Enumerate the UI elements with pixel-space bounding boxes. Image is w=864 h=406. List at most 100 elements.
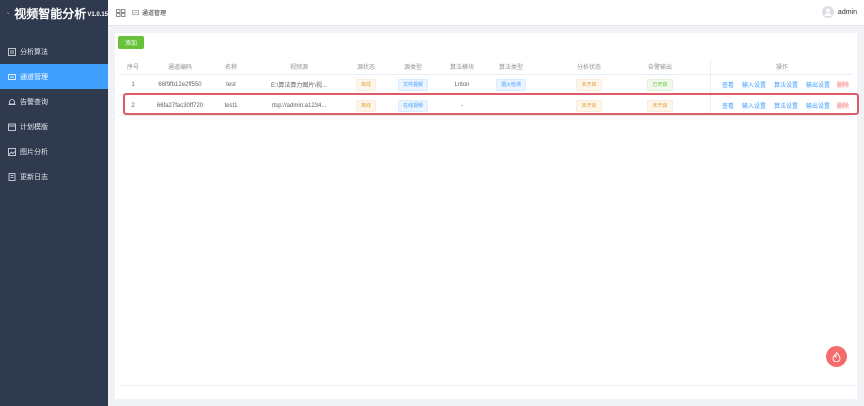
cell-index: 1 bbox=[131, 81, 135, 88]
sidebar-item-label: 更新日志 bbox=[20, 173, 48, 181]
cell-source-status: 离线 bbox=[346, 96, 386, 115]
brand-title: 视频智能分析 bbox=[14, 6, 87, 21]
main-content: 添加 序号 通道编码 名称 视频源 源状态 源类型 算法模块 算法类型 分析状态… bbox=[115, 33, 857, 399]
col-header-code: 通道编码 bbox=[167, 65, 192, 71]
output-settings-label[interactable]: 输出设置 bbox=[806, 80, 830, 89]
cell-index: 2 bbox=[131, 102, 135, 109]
plan-icon bbox=[8, 123, 16, 131]
col-header-source: 视频源 bbox=[289, 65, 308, 71]
col-header-alarm-output: 告警输出 bbox=[647, 65, 672, 71]
sidebar-item-label: 告警查询 bbox=[20, 98, 48, 106]
delete-link-label[interactable]: 删除 bbox=[837, 80, 849, 89]
cell-source-type: 文件视频 bbox=[391, 75, 435, 94]
add-button[interactable]: 添加 bbox=[118, 36, 144, 49]
cell-algo-module: Lnton bbox=[454, 81, 470, 88]
type-badge: 文件视频 bbox=[397, 78, 428, 91]
footer-divider bbox=[120, 385, 856, 386]
channel-icon bbox=[132, 9, 139, 16]
user-menu[interactable]: admin bbox=[821, 6, 857, 18]
sidebar-item-label: 计划模版 bbox=[20, 123, 48, 131]
log-icon bbox=[8, 172, 16, 181]
view-link[interactable]: 查看 bbox=[720, 96, 736, 115]
cell-name: test1 bbox=[224, 102, 238, 109]
alarm-icon bbox=[8, 98, 16, 105]
cell-algo-module: - bbox=[461, 102, 463, 109]
algo-settings-label[interactable]: 算法设置 bbox=[774, 80, 798, 89]
table-row: 2 66fa27fac30ff720 test1 rtsp://admin:a1… bbox=[118, 96, 853, 116]
brand-version: V1.0.15 bbox=[87, 11, 108, 18]
output-settings-label[interactable]: 输出设置 bbox=[806, 101, 830, 110]
type-badge: 在线视频 bbox=[397, 99, 428, 112]
status-badge: 未开启 bbox=[576, 99, 602, 112]
col-header-name: 名称 bbox=[224, 65, 237, 71]
view-link-label[interactable]: 查看 bbox=[722, 101, 734, 110]
view-link[interactable]: 查看 bbox=[720, 75, 736, 94]
sidebar-item-label: 分析算法 bbox=[20, 48, 48, 56]
table-header: 序号 通道编码 名称 视频源 源状态 源类型 算法模块 算法类型 分析状态 告警… bbox=[118, 59, 853, 75]
sidebar-item-alarm[interactable]: 告警查询 bbox=[0, 89, 108, 114]
view-link-label[interactable]: 查看 bbox=[722, 80, 734, 89]
user-avatar-icon bbox=[821, 6, 834, 18]
cell-alarm-output: 未开启 bbox=[637, 96, 683, 115]
username: admin bbox=[837, 8, 857, 16]
cell-source: rtsp://admin:a1234... bbox=[271, 102, 327, 109]
cell-algo-type: 烟火检测 bbox=[490, 75, 532, 94]
pulse-icon bbox=[7, 11, 10, 15]
channel-icon bbox=[8, 73, 16, 80]
actions-column-divider bbox=[710, 59, 711, 116]
input-settings-link[interactable]: 输入设置 bbox=[740, 96, 768, 115]
algorithm-icon bbox=[8, 47, 16, 56]
status-badge: 离线 bbox=[355, 99, 376, 112]
status-badge: 已开启 bbox=[647, 78, 673, 91]
breadcrumb: 通道管理 bbox=[142, 11, 167, 17]
status-badge: 未开启 bbox=[647, 99, 673, 112]
flame-icon bbox=[832, 351, 841, 362]
sidebar-item-label: 图片分析 bbox=[20, 148, 48, 156]
sidebar-item-algorithm[interactable]: 分析算法 bbox=[0, 39, 108, 64]
algo-settings-link[interactable]: 算法设置 bbox=[772, 75, 800, 94]
input-settings-label[interactable]: 输入设置 bbox=[742, 101, 766, 110]
sidebar: 视频智能分析 V1.0.15 分析算法 通道管理 告警查询 计划模版 图片分析 … bbox=[0, 0, 108, 406]
delete-link[interactable]: 删除 bbox=[835, 75, 851, 94]
input-settings-link[interactable]: 输入设置 bbox=[740, 75, 768, 94]
col-header-source-status: 源状态 bbox=[356, 65, 375, 71]
sidebar-item-channel[interactable]: 通道管理 bbox=[0, 64, 108, 89]
algo-settings-label[interactable]: 算法设置 bbox=[774, 101, 798, 110]
col-header-actions: 操作 bbox=[775, 65, 788, 71]
sidebar-item-label: 通道管理 bbox=[20, 73, 48, 81]
delete-link[interactable]: 删除 bbox=[835, 96, 851, 115]
brand: 视频智能分析 V1.0.15 bbox=[0, 0, 108, 26]
algo-badge: 烟火检测 bbox=[495, 78, 526, 91]
cell-source-type: 在线视频 bbox=[391, 96, 435, 115]
output-settings-link[interactable]: 输出设置 bbox=[804, 75, 832, 94]
cell-algo-type bbox=[490, 96, 532, 115]
sidebar-item-plan[interactable]: 计划模版 bbox=[0, 114, 108, 139]
algo-settings-link[interactable]: 算法设置 bbox=[772, 96, 800, 115]
cell-source-status: 离线 bbox=[346, 75, 386, 94]
col-header-index: 序号 bbox=[126, 65, 139, 71]
image-icon bbox=[8, 147, 16, 156]
sidebar-item-changelog[interactable]: 更新日志 bbox=[0, 164, 108, 189]
cell-analysis-status: 未开启 bbox=[566, 96, 612, 115]
col-header-algo-module: 算法模块 bbox=[449, 65, 474, 71]
col-header-source-type: 源类型 bbox=[403, 65, 422, 71]
table-row: 1 66f9fb12e2ff550 test E:\算法算力图片\视... 离线… bbox=[118, 75, 853, 95]
sidebar-nav: 分析算法 通道管理 告警查询 计划模版 图片分析 更新日志 bbox=[0, 39, 108, 189]
cell-code: 66f9fb12e2ff550 bbox=[158, 81, 202, 88]
output-settings-link[interactable]: 输出设置 bbox=[804, 96, 832, 115]
floating-action-button[interactable] bbox=[826, 346, 847, 367]
hamburger-icon[interactable] bbox=[116, 8, 126, 17]
delete-link-label[interactable]: 删除 bbox=[837, 101, 849, 110]
sidebar-item-image-analysis[interactable]: 图片分析 bbox=[0, 139, 108, 164]
status-badge: 未开启 bbox=[576, 78, 602, 91]
input-settings-label[interactable]: 输入设置 bbox=[742, 80, 766, 89]
col-header-algo-type: 算法类型 bbox=[498, 65, 523, 71]
cell-code: 66fa27fac30ff720 bbox=[156, 102, 204, 109]
cell-analysis-status: 未开启 bbox=[566, 75, 612, 94]
top-header: 通道管理 admin bbox=[108, 0, 864, 26]
cell-name: test bbox=[226, 81, 236, 88]
col-header-analysis-status: 分析状态 bbox=[576, 65, 601, 71]
cell-source: E:\算法算力图片\视... bbox=[270, 83, 327, 89]
cell-alarm-output: 已开启 bbox=[637, 75, 683, 94]
